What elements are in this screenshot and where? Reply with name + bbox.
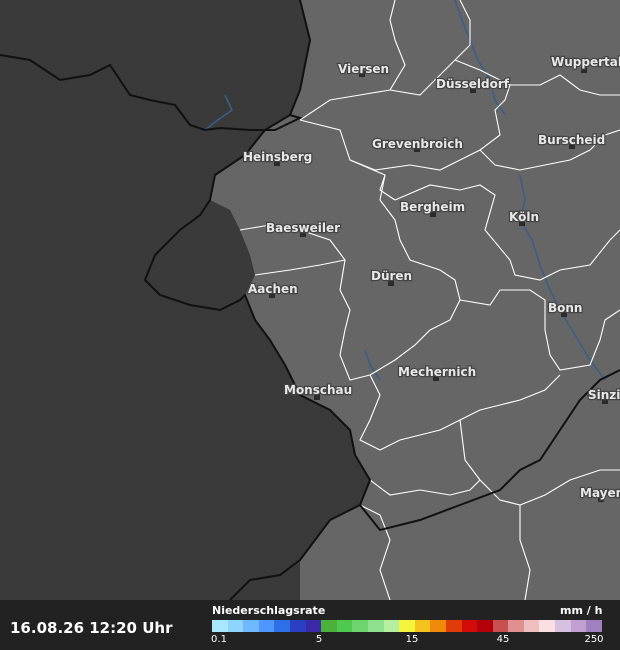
city-label: Düren — [371, 269, 412, 283]
legend-color-swatch — [445, 620, 462, 632]
legend-color-swatch — [227, 620, 244, 632]
city-label: Düsseldorf — [436, 77, 510, 91]
legend-color-swatch — [492, 620, 509, 632]
legend-color-swatch — [399, 620, 415, 632]
legend-color-swatch — [414, 620, 431, 632]
city-label: Mayen — [580, 486, 620, 500]
legend-title: Niederschlagsrate — [212, 604, 326, 617]
legend-tick: 5 — [315, 634, 323, 645]
city-label: Wuppertal — [551, 55, 620, 69]
legend-color-swatch — [586, 620, 602, 632]
legend-tick: 15 — [405, 634, 419, 645]
legend-color-swatch — [212, 620, 228, 632]
city-label: Viersen — [338, 62, 389, 76]
city-label: Mechernich — [398, 365, 476, 379]
legend-color-swatch — [258, 620, 275, 632]
legend-tick: 45 — [496, 634, 510, 645]
city-label: Heinsberg — [243, 150, 312, 164]
legend-color-swatch — [508, 620, 524, 632]
legend-color-swatch — [539, 620, 556, 632]
city-label: Baesweiler — [266, 221, 340, 235]
city-label: Sinzig — [588, 388, 620, 402]
legend-color-swatch — [430, 620, 446, 632]
city-label: Monschau — [284, 383, 352, 397]
legend-color-swatch — [289, 620, 306, 632]
legend-color-swatch — [321, 620, 337, 632]
city-label: Grevenbroich — [372, 137, 463, 151]
legend-color-swatch — [243, 620, 259, 632]
legend-color-swatch — [555, 620, 571, 632]
city-label: Aachen — [248, 282, 298, 296]
legend-tick: 0.1 — [211, 634, 227, 645]
legend-unit: mm / h — [560, 604, 603, 617]
legend-tick: 250 — [584, 634, 604, 645]
map: Viersen Düsseldorf Wuppertal Heinsberg Greve… — [0, 0, 620, 600]
legend-color-swatch — [477, 620, 493, 632]
timestamp: 16.08.26 12:20 Uhr — [10, 619, 173, 637]
city-label: Köln — [509, 210, 539, 224]
legend-color-swatch — [523, 620, 540, 632]
legend-color-swatch — [336, 620, 353, 632]
city-label: Burscheid — [538, 133, 605, 147]
legend-color-swatch — [383, 620, 400, 632]
legend-color-swatch — [305, 620, 322, 632]
legend-color-swatch — [367, 620, 384, 632]
city-label: Bonn — [548, 301, 582, 315]
footer: 16.08.26 12:20 Uhr Niederschlagsrate mm … — [0, 600, 620, 650]
legend-color-bar — [212, 620, 602, 632]
city-label: Bergheim — [400, 200, 465, 214]
legend-color-swatch — [352, 620, 368, 632]
legend-color-swatch — [461, 620, 478, 632]
legend-color-swatch — [274, 620, 290, 632]
legend-color-swatch — [570, 620, 587, 632]
